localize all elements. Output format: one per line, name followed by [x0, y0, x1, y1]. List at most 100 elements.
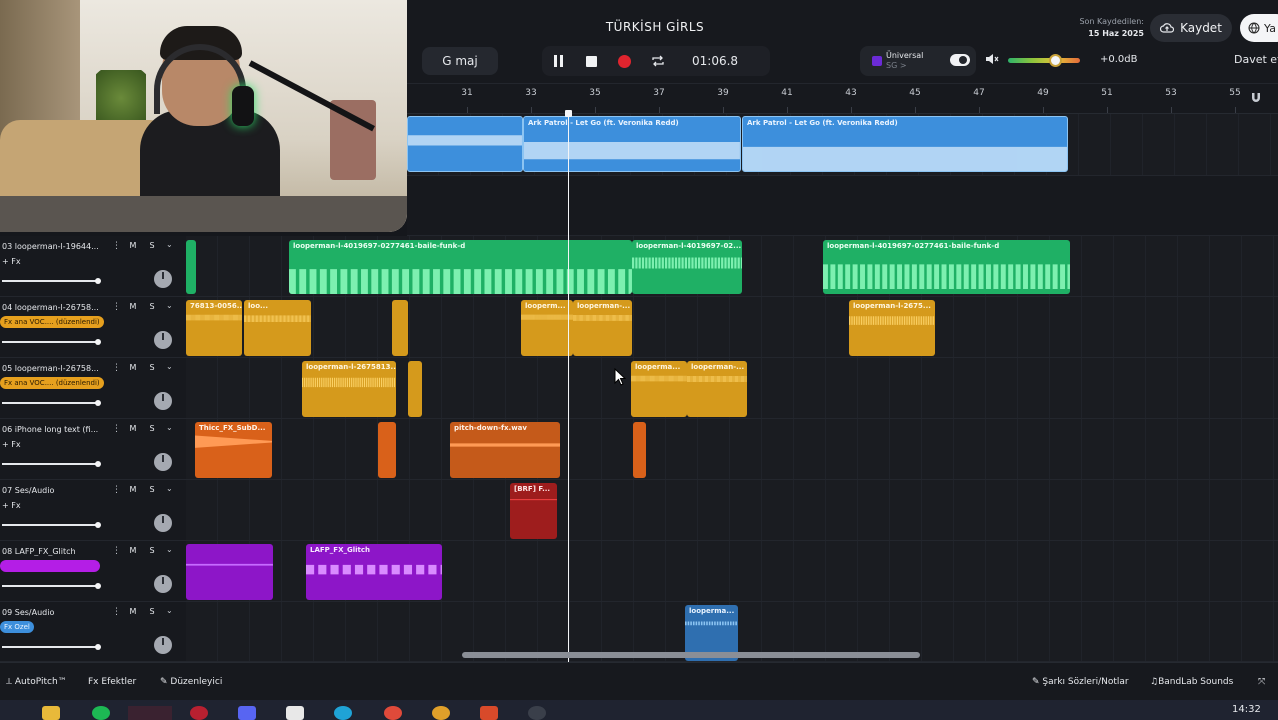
volume-knob[interactable] — [1049, 54, 1062, 67]
pan-knob[interactable] — [154, 270, 172, 288]
track-menu-icon[interactable]: ⋮ — [112, 302, 121, 312]
instrument-toggle[interactable] — [950, 54, 970, 66]
app-icon[interactable] — [190, 706, 208, 720]
solo-button[interactable]: S — [145, 607, 159, 619]
audio-clip[interactable]: looperm... — [521, 300, 573, 356]
pan-knob[interactable] — [154, 331, 172, 349]
track-lane-07[interactable] — [186, 480, 1278, 541]
track-volume-slider[interactable] — [2, 400, 101, 406]
chevron-down-icon[interactable]: ⌄ — [166, 484, 173, 493]
audio-clip[interactable]: looperma... — [631, 361, 687, 417]
mute-button[interactable]: M — [126, 485, 140, 497]
track-lane-04[interactable] — [186, 297, 1278, 358]
horizontal-scrollbar[interactable] — [462, 652, 920, 658]
track-lane-2[interactable] — [407, 176, 1278, 236]
fx-preset-tag[interactable]: Fx ana VOC.... (düzenlendi) — [0, 377, 104, 389]
audio-clip[interactable] — [392, 300, 408, 356]
pause-button[interactable] — [542, 46, 575, 76]
edge-icon[interactable] — [334, 706, 352, 720]
stop-button[interactable] — [575, 46, 608, 76]
audio-clip[interactable] — [633, 422, 646, 478]
solo-button[interactable]: S — [145, 485, 159, 497]
track-menu-icon[interactable]: ⋮ — [112, 363, 121, 373]
track-name[interactable]: 06 iPhone long text (fi... — [2, 425, 110, 434]
track-menu-icon[interactable]: ⋮ — [112, 485, 121, 495]
track-menu-icon[interactable]: ⋮ — [112, 241, 121, 251]
effects-button[interactable]: Fx Efektler — [88, 677, 136, 687]
app-icon[interactable] — [528, 706, 546, 720]
instrument-selector[interactable]: Üniversal SG > — [860, 46, 976, 76]
playhead[interactable] — [565, 110, 572, 662]
track-name[interactable]: 05 looperman-l-26758... — [2, 364, 110, 373]
track-volume-slider[interactable] — [2, 278, 101, 284]
audio-clip[interactable]: 76813-0056... — [186, 300, 242, 356]
audio-clip[interactable]: looperman-l-4019697-0277461-baile-funk-d — [823, 240, 1070, 294]
audio-clip[interactable]: Thicc_FX_SubD... — [195, 422, 272, 478]
chrome-icon[interactable] — [432, 706, 450, 720]
audio-clip[interactable]: looperman-l-2675... — [849, 300, 935, 356]
app-icon[interactable] — [286, 706, 304, 720]
chevron-down-icon[interactable]: ⌄ — [166, 545, 173, 554]
track-volume-slider[interactable] — [2, 644, 101, 650]
audio-clip[interactable]: looperman-l-4019697-02... — [632, 240, 742, 294]
audio-clip[interactable] — [408, 361, 422, 417]
solo-button[interactable]: S — [145, 424, 159, 436]
timeline-ruler[interactable]: 31 33 35 37 39 41 43 45 47 49 51 53 55 — [407, 84, 1278, 114]
pan-knob[interactable] — [154, 575, 172, 593]
save-button[interactable]: Kaydet — [1150, 14, 1232, 42]
autopitch-button[interactable]: ⟂ AutoPitch™ — [6, 677, 67, 687]
track-name[interactable]: 08 LAFP_FX_Glitch — [2, 547, 110, 556]
track-name[interactable]: 07 Ses/Audio — [2, 486, 110, 495]
mute-button[interactable]: M — [126, 241, 140, 253]
audio-clip[interactable] — [407, 116, 523, 172]
track-menu-icon[interactable]: ⋮ — [112, 546, 121, 556]
track-volume-slider[interactable] — [2, 522, 101, 528]
chevron-down-icon[interactable]: ⌄ — [166, 240, 173, 249]
chevron-down-icon[interactable]: ⌄ — [166, 606, 173, 615]
magnet-snap-icon[interactable] — [1250, 92, 1262, 104]
expand-icon[interactable]: ⤧ — [1258, 677, 1265, 687]
audio-clip[interactable] — [186, 544, 273, 600]
pan-knob[interactable] — [154, 636, 172, 654]
solo-button[interactable]: S — [145, 546, 159, 558]
audio-clip[interactable]: looperman-... — [573, 300, 632, 356]
sounds-button[interactable]: ♫BandLab Sounds — [1150, 677, 1233, 687]
time-display[interactable]: 01:06.8 — [692, 54, 738, 68]
chevron-down-icon[interactable]: ⌄ — [166, 362, 173, 371]
discord-icon[interactable] — [238, 706, 256, 720]
track-volume-slider[interactable] — [2, 339, 101, 345]
fx-preset-tag[interactable]: Fx Ozel — [0, 621, 34, 633]
audio-clip[interactable] — [186, 240, 196, 294]
track-lane-06[interactable] — [186, 419, 1278, 480]
audio-clip[interactable]: looperman-l-4019697-0277461-baile-funk-d — [289, 240, 632, 294]
mute-button[interactable]: M — [126, 302, 140, 314]
audio-clip[interactable]: pitch-down-fx.wav — [450, 422, 560, 478]
pan-knob[interactable] — [154, 392, 172, 410]
fx-preset-tag[interactable] — [0, 560, 100, 572]
chevron-down-icon[interactable]: ⌄ — [166, 423, 173, 432]
speaker-icon[interactable] — [985, 53, 999, 65]
chrome-icon[interactable] — [384, 706, 402, 720]
spotify-icon[interactable] — [92, 706, 110, 720]
add-fx-button[interactable]: + Fx — [2, 440, 21, 449]
audio-clip[interactable]: loo... — [244, 300, 311, 356]
solo-button[interactable]: S — [145, 302, 159, 314]
audio-clip[interactable]: looperman-... — [687, 361, 747, 417]
audio-clip[interactable]: looperman-l-2675813... — [302, 361, 396, 417]
solo-button[interactable]: S — [145, 241, 159, 253]
lyrics-button[interactable]: ✎ Şarkı Sözleri/Notlar — [1032, 677, 1129, 687]
audio-clip[interactable]: Ark Patrol - Let Go (ft. Veronika Redd) — [523, 116, 741, 172]
record-button[interactable] — [608, 46, 641, 76]
system-clock[interactable]: 14:32 — [1232, 704, 1261, 715]
editor-button[interactable]: ✎ Düzenleyici — [160, 677, 222, 687]
mute-button[interactable]: M — [126, 424, 140, 436]
track-name[interactable]: 04 looperman-l-26758... — [2, 303, 110, 312]
track-menu-icon[interactable]: ⋮ — [112, 607, 121, 617]
audio-clip[interactable]: LAFP_FX_Glitch — [306, 544, 442, 600]
add-fx-button[interactable]: + Fx — [2, 501, 21, 510]
project-title[interactable]: TÜRKİSH GİRLS — [555, 20, 755, 34]
folder-icon[interactable] — [42, 706, 60, 720]
solo-button[interactable]: S — [145, 363, 159, 375]
audio-clip[interactable] — [378, 422, 396, 478]
audio-clip[interactable]: Ark Patrol - Let Go (ft. Veronika Redd) — [742, 116, 1068, 172]
